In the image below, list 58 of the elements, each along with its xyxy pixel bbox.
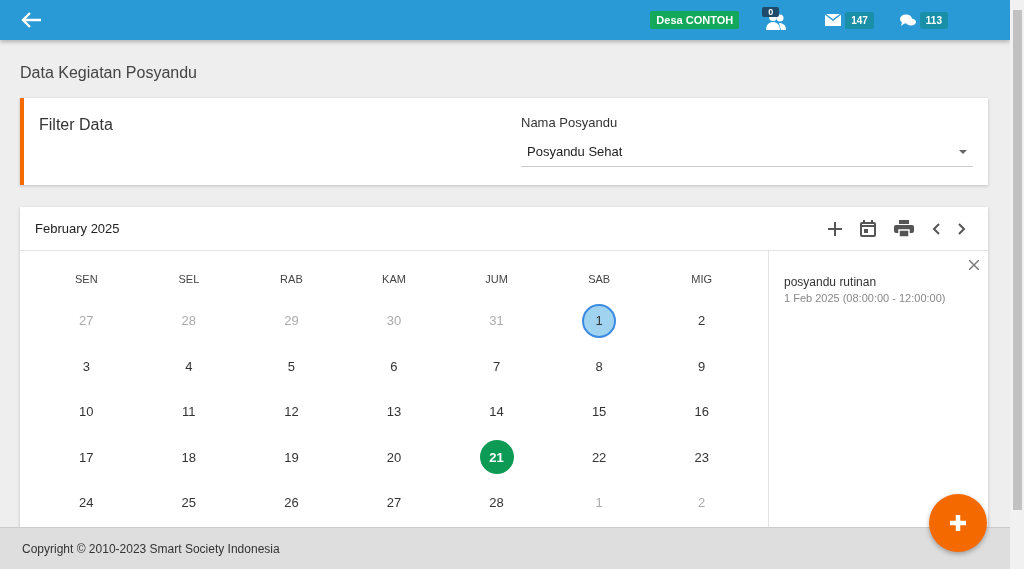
weekday-header: KAM	[381, 272, 407, 287]
calendar-day[interactable]: 20	[377, 440, 411, 475]
event-time: 1 Feb 2025 (08:00:00 - 12:00:00)	[784, 292, 947, 304]
calendar-day[interactable]: 18	[171, 440, 206, 475]
calendar-day[interactable]: 4	[171, 349, 206, 384]
field-label: Nama Posyandu	[521, 115, 619, 130]
print-icon[interactable]	[894, 220, 914, 237]
weekday-header: RAB	[279, 272, 304, 287]
calendar-day[interactable]: 9	[684, 349, 719, 384]
calendar-day[interactable]: 24	[69, 485, 104, 520]
calendar-day[interactable]: 6	[377, 349, 411, 384]
weekday-header: SAB	[587, 272, 612, 287]
chat-bubbles-icon[interactable]	[899, 13, 916, 27]
weekday-header: MIG	[690, 272, 714, 287]
calendar-day[interactable]: 11	[171, 394, 206, 429]
weekday-header: SEL	[177, 272, 201, 287]
calendar-day[interactable]: 12	[274, 394, 309, 429]
close-icon[interactable]	[969, 260, 979, 270]
calendar-day[interactable]: 10	[69, 394, 104, 429]
calendar-day[interactable]: 16	[684, 394, 719, 429]
page-title: Data Kegiatan Posyandu	[20, 64, 198, 82]
calendar-day[interactable]: 2	[684, 303, 719, 338]
village-badge: Desa CONTOH	[650, 11, 740, 29]
calendar-day[interactable]: 17	[69, 440, 104, 475]
calendar-day[interactable]: 27	[377, 485, 411, 520]
previous-icon[interactable]	[932, 222, 940, 235]
next-icon[interactable]	[958, 222, 966, 235]
calendar-day[interactable]: 14	[479, 394, 514, 429]
calendar-icon[interactable]	[860, 220, 876, 237]
message-count: 147	[845, 11, 874, 29]
calendar-day[interactable]: 19	[274, 440, 309, 475]
calendar-day[interactable]: 28	[479, 485, 514, 520]
comment-count: 113	[919, 11, 948, 29]
add-icon[interactable]	[828, 221, 842, 236]
calendar-day[interactable]: 22	[582, 440, 617, 475]
calendar-day[interactable]: 26	[274, 485, 309, 520]
notification-count: 0	[762, 7, 780, 17]
calendar-day[interactable]: 25	[171, 485, 206, 520]
calendar-day[interactable]: 7	[479, 349, 514, 384]
event-title[interactable]: posyandu rutinan	[784, 275, 973, 289]
envelope-icon[interactable]	[825, 14, 842, 26]
weekday-header: SEN	[73, 272, 99, 287]
calendar-day[interactable]: 15	[582, 394, 617, 429]
weekday-header: JUM	[484, 272, 509, 287]
back-arrow-icon[interactable]	[20, 11, 42, 29]
calendar-day[interactable]: 1	[582, 303, 617, 338]
plus-icon	[949, 514, 967, 532]
calendar-day[interactable]: 21	[479, 440, 514, 475]
calendar-day[interactable]: 13	[377, 394, 411, 429]
calendar-day[interactable]: 3	[69, 349, 104, 384]
calendar-day[interactable]: 5	[274, 349, 309, 384]
calendar-day[interactable]: 23	[684, 440, 719, 475]
calendar-day[interactable]: 8	[582, 349, 617, 384]
filter-title: Filter Data	[39, 115, 114, 135]
copyright-text: Copyright © 2010-2023 Smart Society Indonesia	[22, 541, 280, 556]
month-title: February 2025	[35, 221, 120, 236]
posyandu-select[interactable]: Posyandu Sehat	[521, 139, 973, 167]
dropdown-caret-icon	[959, 149, 967, 154]
